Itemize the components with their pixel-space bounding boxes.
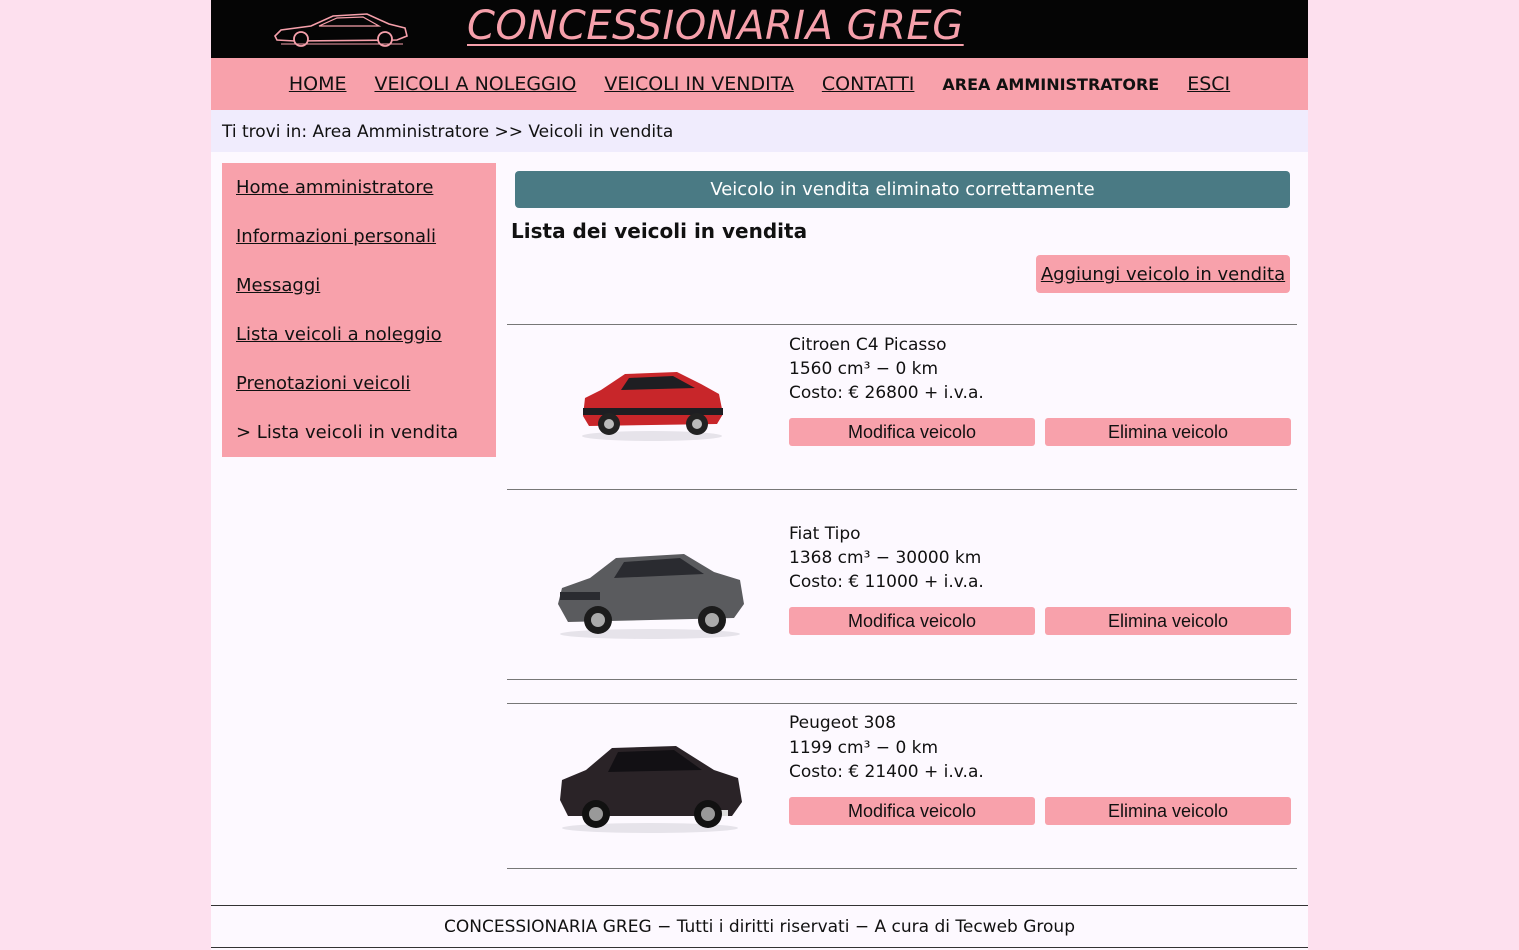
nav-logout[interactable]: ESCI [1187,73,1230,95]
delete-vehicle-button[interactable]: Elimina veicolo [1045,607,1291,635]
vehicle-name: Peugeot 308 [789,713,897,733]
vehicle-cost: Costo: € 26800 + i.v.a. [789,383,984,403]
sidebar-item-personal-info[interactable]: Informazioni personali [236,226,436,247]
admin-sidebar: Home amministratore Informazioni persona… [222,163,496,457]
sidebar-item-rental-list[interactable]: Lista veicoli a noleggio [236,324,442,345]
edit-vehicle-button[interactable]: Modifica veicolo [789,607,1035,635]
divider [507,324,1297,325]
edit-vehicle-button[interactable]: Modifica veicolo [789,418,1035,446]
page: CONCESSIONARIA GREG HOME VEICOLI A NOLEG… [211,0,1308,950]
vehicle-name: Citroen C4 Picasso [789,335,947,355]
sidebar-item-admin-home[interactable]: Home amministratore [236,177,433,198]
divider [507,703,1297,704]
sidebar-item-bookings[interactable]: Prenotazioni veicoli [236,373,410,394]
vehicle-spec: 1199 cm³ − 0 km [789,738,939,758]
car-silhouette-icon [274,13,408,47]
nav-sale-vehicles[interactable]: VEICOLI IN VENDITA [604,73,794,95]
sidebar-item-sale-list: > Lista veicoli in vendita [236,422,459,443]
vehicle-spec: 1368 cm³ − 30000 km [789,548,982,568]
sidebar-item-messages[interactable]: Messaggi [236,275,320,296]
nav-admin-area: AREA AMMINISTRATORE [942,74,1160,94]
vehicle-cost: Costo: € 11000 + i.v.a. [789,572,984,592]
nav-contacts[interactable]: CONTATTI [822,73,915,95]
vehicle-image-citroen [582,372,723,441]
success-alert: Veicolo in vendita eliminato correttamen… [515,171,1290,208]
edit-vehicle-button[interactable]: Modifica veicolo [789,797,1035,825]
nav-rental-vehicles[interactable]: VEICOLI A NOLEGGIO [374,73,576,95]
vehicle-image-peugeot-308 [560,746,742,833]
vehicle-image-fiat-tipo [558,554,744,639]
divider [507,868,1297,869]
breadcrumb: Ti trovi in: Area Amministratore >> Veic… [211,110,1308,152]
site-header: CONCESSIONARIA GREG [211,0,1308,58]
vehicle-spec: 1560 cm³ − 0 km [789,359,939,379]
add-vehicle-button[interactable]: Aggiungi veicolo in vendita [1036,255,1290,293]
list-title: Lista dei veicoli in vendita [511,219,808,243]
site-footer: CONCESSIONARIA GREG − Tutti i diritti ri… [211,905,1308,948]
divider [507,679,1297,680]
site-title[interactable]: CONCESSIONARIA GREG [467,3,964,49]
main-nav: HOME VEICOLI A NOLEGGIO VEICOLI IN VENDI… [211,58,1308,110]
vehicle-cost: Costo: € 21400 + i.v.a. [789,762,984,782]
nav-home[interactable]: HOME [289,73,347,95]
vehicle-name: Fiat Tipo [789,524,861,544]
delete-vehicle-button[interactable]: Elimina veicolo [1045,418,1291,446]
delete-vehicle-button[interactable]: Elimina veicolo [1045,797,1291,825]
divider [507,489,1297,490]
